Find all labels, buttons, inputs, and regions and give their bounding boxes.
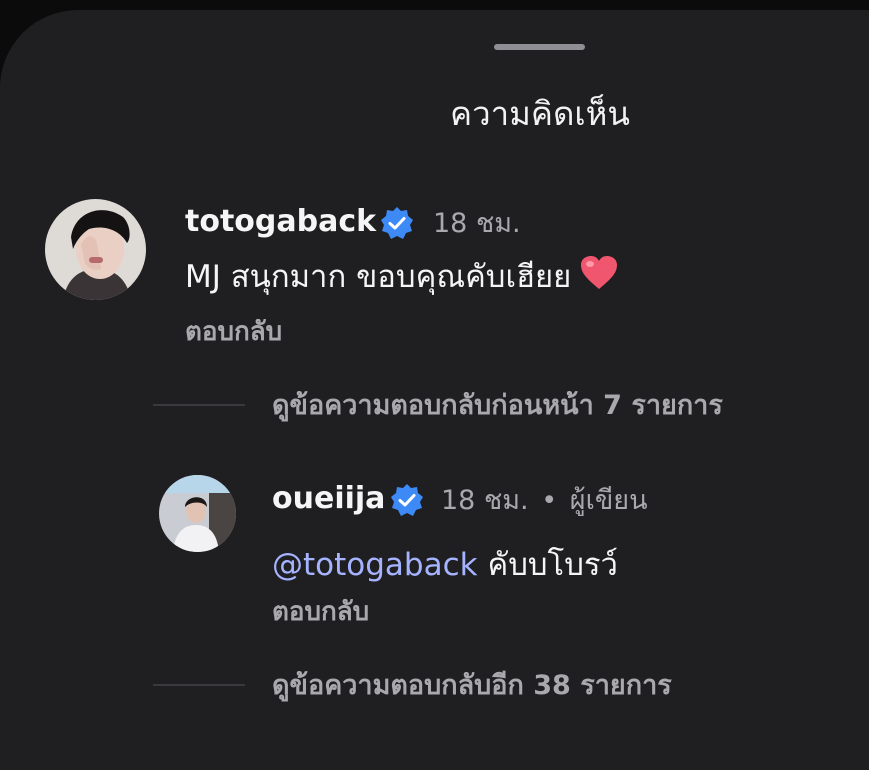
mention-link[interactable]: @totogaback — [272, 547, 478, 583]
comment-text: MJ สนุกมาก ขอบคุณคับเฮียย — [185, 255, 619, 299]
divider — [153, 684, 245, 686]
comments-sheet: ความคิดเห็น totogaback 18 ชม. MJ สนุกมาก… — [0, 10, 869, 770]
reply-meta: 18 ชม. • ผู้เขียน — [441, 481, 648, 521]
verified-badge-icon — [391, 484, 423, 516]
verified-badge-icon — [381, 207, 413, 239]
view-more-replies-button[interactable]: ดูข้อความตอบกลับอีก 38 รายการ — [272, 667, 672, 705]
divider — [153, 404, 245, 406]
comment-username[interactable]: totogaback — [185, 202, 376, 242]
comment-text-content: MJ สนุกมาก ขอบคุณคับเฮียย — [185, 259, 572, 295]
reply-text: @totogaback คับบโบรว์ — [272, 543, 618, 587]
author-badge: ผู้เขียน — [569, 485, 648, 516]
avatar[interactable] — [45, 199, 146, 300]
comment-reply-button[interactable]: ตอบกลับ — [185, 314, 282, 350]
sheet-title: ความคิดเห็น — [450, 94, 630, 133]
avatar[interactable] — [159, 475, 236, 552]
reply-timestamp: 18 ชม. — [441, 485, 529, 516]
comment-timestamp: 18 ชม. — [433, 208, 521, 239]
drag-handle[interactable] — [494, 44, 585, 50]
reply-text-content: คับบโบรว์ — [487, 547, 618, 583]
reply-username[interactable]: oueiija — [272, 479, 385, 519]
reply-reply-button[interactable]: ตอบกลับ — [272, 594, 369, 630]
heart-icon — [581, 256, 618, 289]
meta-separator: • — [541, 485, 558, 516]
view-previous-replies-button[interactable]: ดูข้อความตอบกลับก่อนหน้า 7 รายการ — [272, 387, 723, 425]
